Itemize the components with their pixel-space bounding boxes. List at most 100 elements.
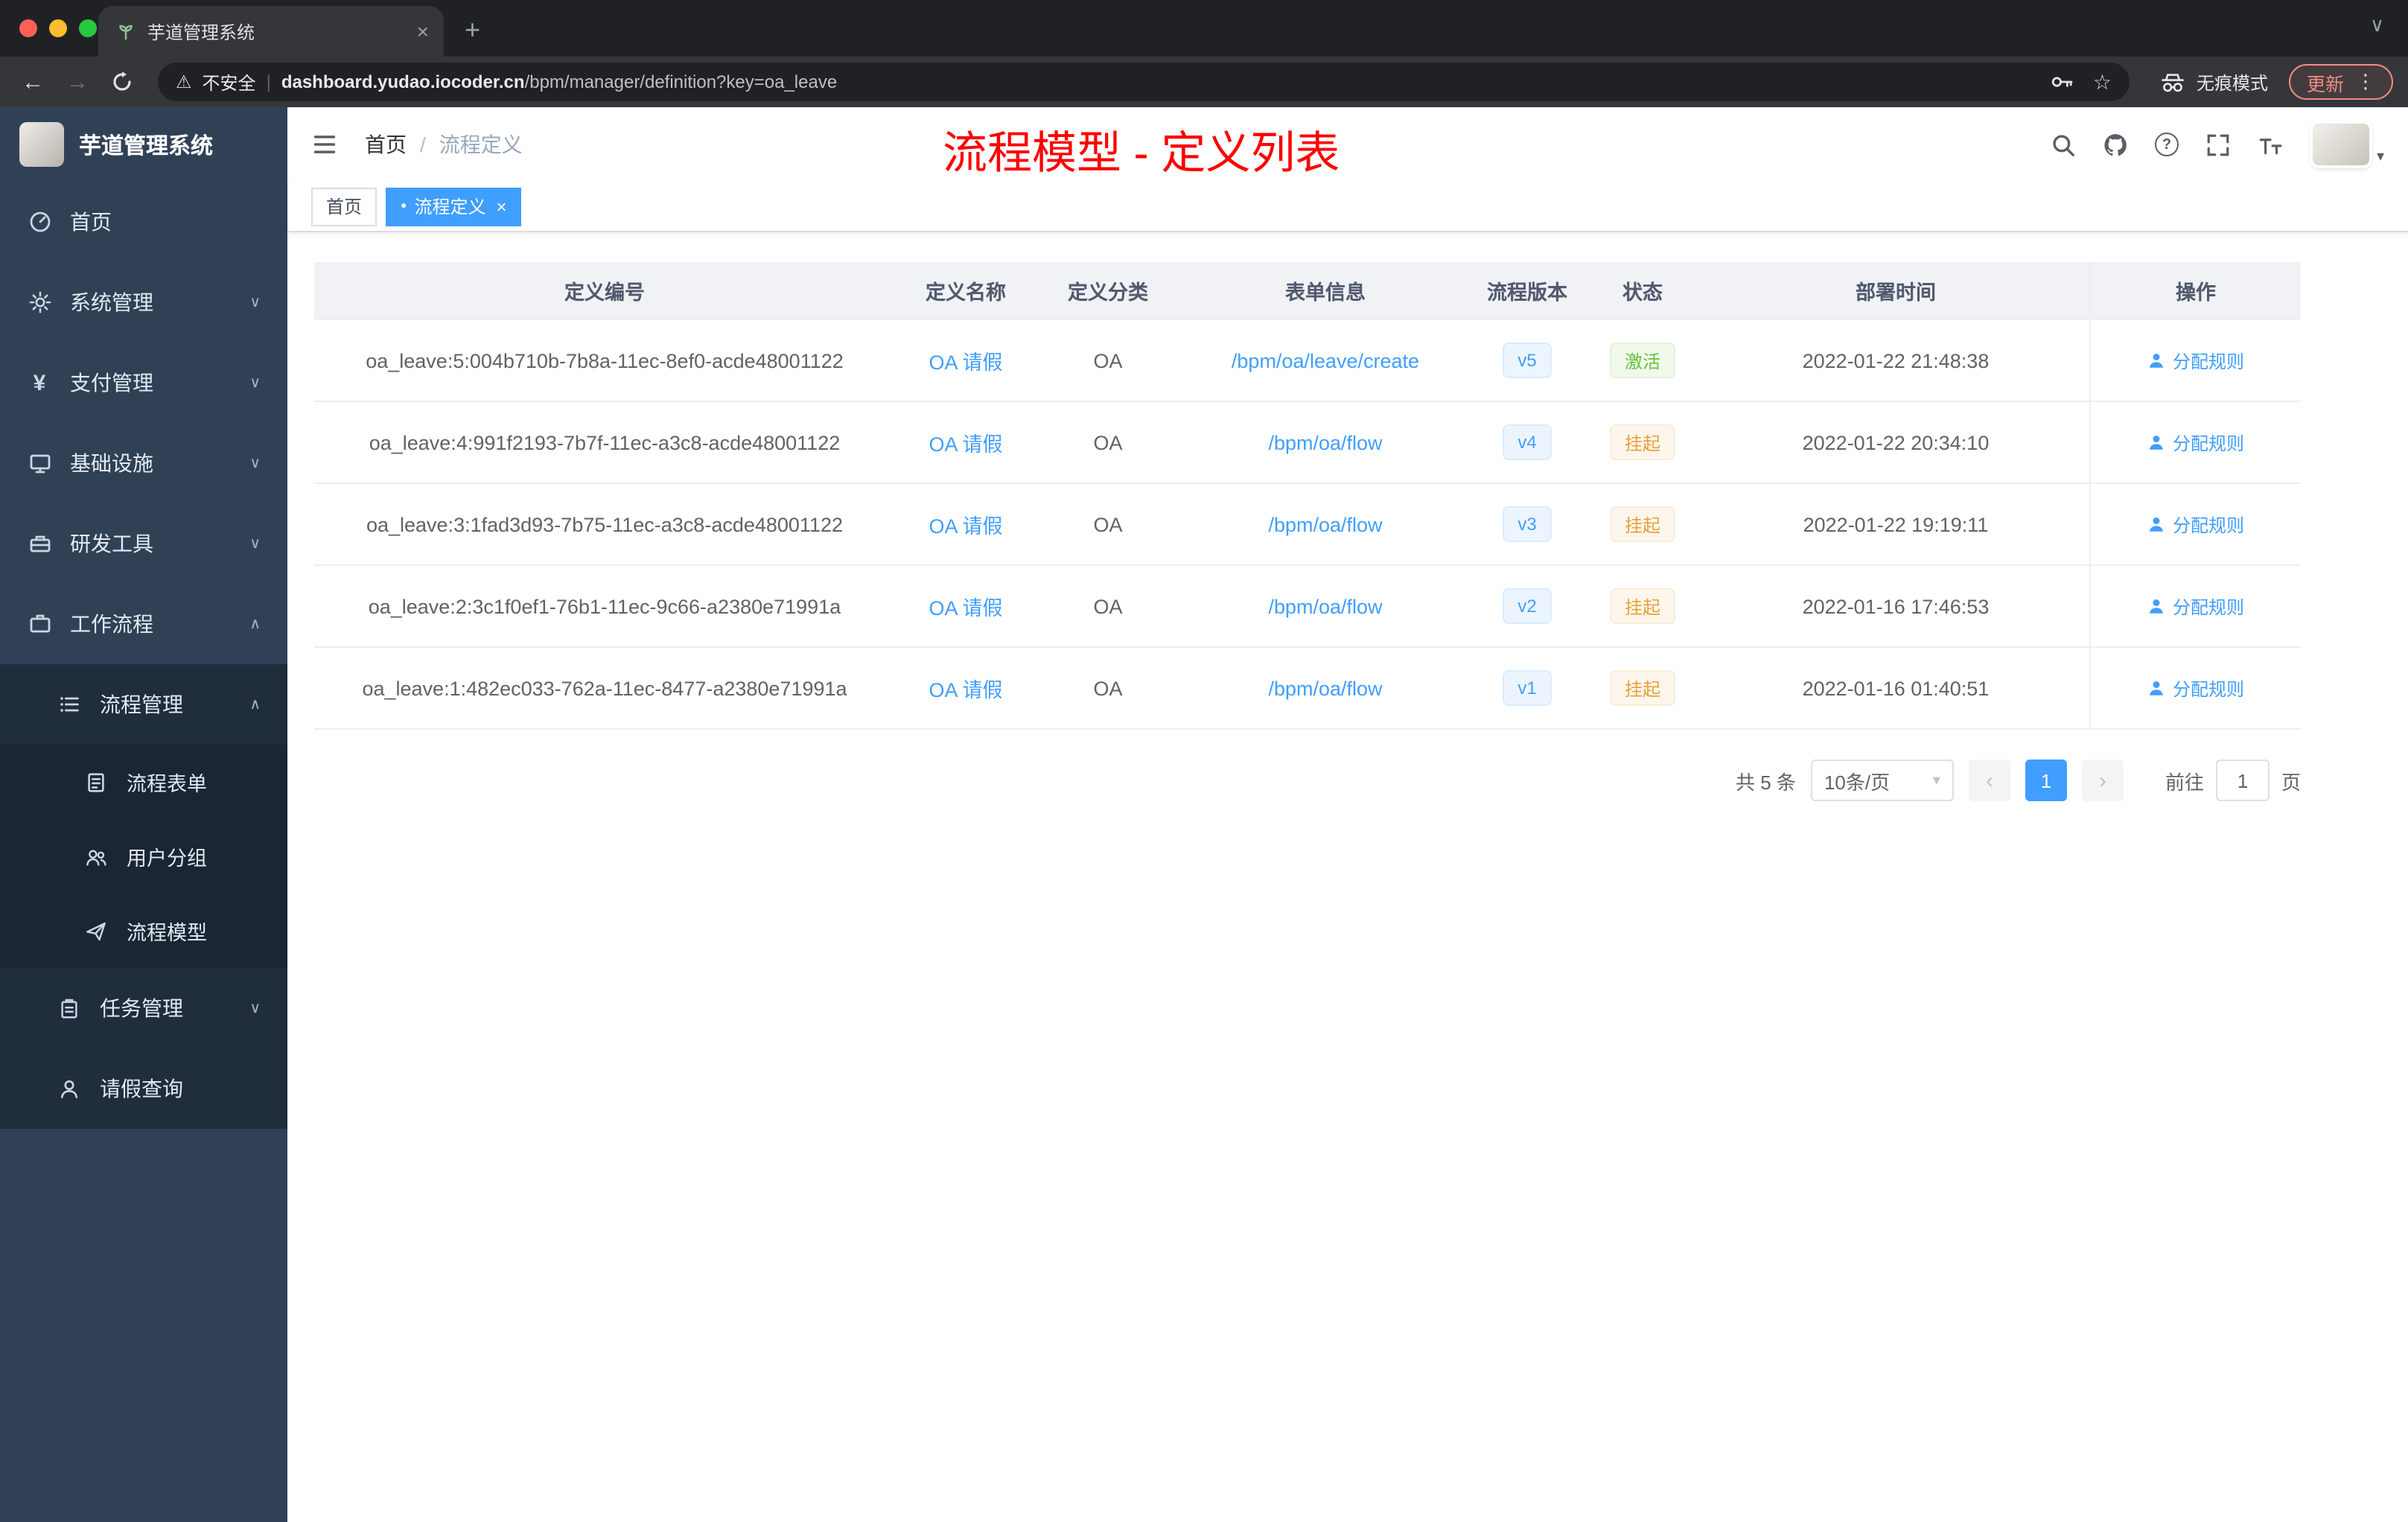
assign-rule-button[interactable]: 分配规则 xyxy=(2147,512,2244,537)
definition-name-link[interactable]: OA 请假 xyxy=(929,509,1002,539)
sidebar-item-devtools[interactable]: 研发工具 ∨ xyxy=(0,503,287,584)
sidebar-item-task-management[interactable]: 任务管理 ∨ xyxy=(0,968,287,1048)
form-link[interactable]: /bpm/oa/leave/create xyxy=(1232,349,1419,372)
tags-view-bar: 首页 ● 流程定义 × xyxy=(287,182,2408,232)
cell-deploy-time: 2022-01-22 19:19:11 xyxy=(1803,513,1989,535)
user-menu[interactable]: ▾ xyxy=(2312,124,2384,165)
tag-home[interactable]: 首页 xyxy=(311,187,378,226)
sidebar-item-label: 用户分组 xyxy=(127,847,207,870)
definition-name-link[interactable]: OA 请假 xyxy=(929,346,1002,375)
assign-rule-button[interactable]: 分配规则 xyxy=(2147,430,2244,455)
page-content: 定义编号 定义名称 定义分类 表单信息 流程版本 状态 部署时间 操作 oa_l… xyxy=(287,232,2408,1522)
new-tab-button[interactable]: + xyxy=(465,15,480,46)
cell-category: OA xyxy=(1093,431,1123,453)
table-row: oa_leave:2:3c1f0ef1-76b1-11ec-9c66-a2380… xyxy=(314,566,2301,648)
browser-window: 芋道管理系统 × + ∨ ← → ⚠ 不安全 | dashboard.yudao… xyxy=(0,0,2408,1522)
search-icon[interactable] xyxy=(2051,132,2076,157)
sidebar-item-process-model[interactable]: 流程模型 xyxy=(0,894,287,968)
assign-rule-button[interactable]: 分配规则 xyxy=(2147,593,2244,619)
incognito-icon xyxy=(2162,73,2184,92)
cell-definition-id: oa_leave:4:991f2193-7b7f-11ec-a3c8-acde4… xyxy=(369,431,841,453)
page-size-select[interactable]: 10条/页 ▾ xyxy=(1810,760,1954,801)
browser-update-menu-button[interactable]: 更新 ⋮ xyxy=(2288,64,2393,100)
column-header: 定义编号 xyxy=(564,281,645,304)
omnibox-actions: ☆ xyxy=(2051,69,2112,95)
status-badge: 挂起 xyxy=(1609,588,1675,624)
tag-process-definition[interactable]: ● 流程定义 × xyxy=(386,187,522,226)
cell-deploy-time: 2022-01-16 17:46:53 xyxy=(1802,595,1990,617)
form-link[interactable]: /bpm/oa/flow xyxy=(1268,677,1382,699)
form-link[interactable]: /bpm/oa/flow xyxy=(1268,595,1382,617)
saved-password-key-icon[interactable] xyxy=(2051,70,2075,94)
logo-title: 芋道管理系统 xyxy=(79,133,214,159)
table-row: oa_leave:4:991f2193-7b7f-11ec-a3c8-acde4… xyxy=(314,402,2301,484)
sidebar-item-label: 请假查询 xyxy=(100,1077,183,1101)
minimize-window-button[interactable] xyxy=(49,19,67,37)
list-icon xyxy=(57,692,82,716)
form-link[interactable]: /bpm/oa/flow xyxy=(1268,431,1382,453)
person-icon xyxy=(2149,436,2163,450)
sidebar-item-leave-query[interactable]: 请假查询 xyxy=(0,1048,287,1129)
sidebar-item-user-group[interactable]: 用户分组 xyxy=(0,819,287,894)
security-label[interactable]: 不安全 xyxy=(203,69,256,95)
close-window-button[interactable] xyxy=(19,19,37,37)
table-row: oa_leave:5:004b710b-7b8a-11ec-8ef0-acde4… xyxy=(314,320,2301,402)
sidebar-item-process-management[interactable]: 流程管理 ∧ xyxy=(0,664,287,745)
assign-rule-button[interactable]: 分配规则 xyxy=(2147,675,2244,701)
table-header-row: 定义编号 定义名称 定义分类 表单信息 流程版本 状态 部署时间 操作 xyxy=(314,262,2301,320)
clipboard-icon xyxy=(57,997,82,1019)
version-badge: v3 xyxy=(1503,506,1552,542)
forward-button[interactable]: → xyxy=(60,69,95,95)
sidebar-item-workflow[interactable]: 工作流程 ∧ xyxy=(0,584,287,664)
sidebar-item-label: 研发工具 xyxy=(70,532,153,555)
fullscreen-icon[interactable] xyxy=(2205,132,2231,157)
breadcrumb-home[interactable]: 首页 xyxy=(365,130,407,159)
person-icon xyxy=(2149,599,2163,614)
page-url[interactable]: dashboard.yudao.iocoder.cn/bpm/manager/d… xyxy=(281,71,837,92)
definition-name-link[interactable]: OA 请假 xyxy=(929,591,1002,621)
sidebar-item-infrastructure[interactable]: 基础设施 ∨ xyxy=(0,423,287,503)
hamburger-icon[interactable] xyxy=(311,131,338,158)
sidebar-item-payment[interactable]: ¥ 支付管理 ∨ xyxy=(0,343,287,423)
goto-page-input[interactable] xyxy=(2215,760,2270,801)
cell-deploy-time: 2022-01-22 20:34:10 xyxy=(1802,431,1990,453)
bookmark-star-icon[interactable]: ☆ xyxy=(2093,69,2112,95)
back-button[interactable]: ← xyxy=(15,69,51,95)
page-annotation-title: 流程模型 - 定义列表 xyxy=(943,130,1340,179)
reload-button[interactable] xyxy=(110,70,134,94)
monitor-icon xyxy=(27,451,52,475)
page-number-1[interactable]: 1 xyxy=(2025,760,2067,801)
help-icon[interactable] xyxy=(2154,133,2179,156)
assign-rule-button[interactable]: 分配规则 xyxy=(2147,348,2244,373)
column-header: 部署时间 xyxy=(1856,281,1936,304)
address-bar[interactable]: ⚠ 不安全 | dashboard.yudao.iocoder.cn/bpm/m… xyxy=(158,63,2130,101)
sidebar-item-home[interactable]: 首页 xyxy=(0,182,287,262)
breadcrumb-current: 流程定义 xyxy=(439,133,523,156)
definition-name-link[interactable]: OA 请假 xyxy=(929,673,1002,703)
cell-category: OA xyxy=(1093,513,1123,535)
sidebar-item-label: 首页 xyxy=(70,210,112,234)
chevron-down-icon: ∨ xyxy=(249,294,261,311)
cell-definition-id: oa_leave:3:1fad3d93-7b75-11ec-a3c8-acde4… xyxy=(366,513,843,535)
tag-close-icon[interactable]: × xyxy=(497,196,507,217)
person-icon xyxy=(2149,518,2163,532)
tag-label: 流程定义 xyxy=(414,197,486,217)
github-icon[interactable] xyxy=(2103,132,2128,157)
form-link[interactable]: /bpm/oa/flow xyxy=(1268,513,1382,535)
next-page-button[interactable]: › xyxy=(2081,760,2124,801)
navbar-actions: ▾ xyxy=(2051,124,2384,165)
sidebar-logo[interactable]: 芋道管理系统 xyxy=(0,107,287,182)
font-size-icon[interactable] xyxy=(2258,132,2283,157)
tab-close-icon[interactable]: × xyxy=(417,19,429,43)
user-avatar xyxy=(2312,124,2369,165)
maximize-window-button[interactable] xyxy=(79,19,97,37)
sidebar-item-system[interactable]: 系统管理 ∨ xyxy=(0,262,287,343)
sidebar-item-label: 支付管理 xyxy=(70,371,153,395)
menu-dots-icon: ⋮ xyxy=(2356,70,2375,92)
definition-name-link[interactable]: OA 请假 xyxy=(929,427,1002,457)
prev-page-button[interactable]: ‹ xyxy=(1968,760,2010,801)
browser-tab[interactable]: 芋道管理系统 × xyxy=(98,6,444,57)
sidebar-item-process-form[interactable]: 流程表单 xyxy=(0,745,287,819)
tab-search-chevron-icon[interactable]: ∨ xyxy=(2370,13,2384,37)
omnibox-divider: | xyxy=(266,71,271,92)
